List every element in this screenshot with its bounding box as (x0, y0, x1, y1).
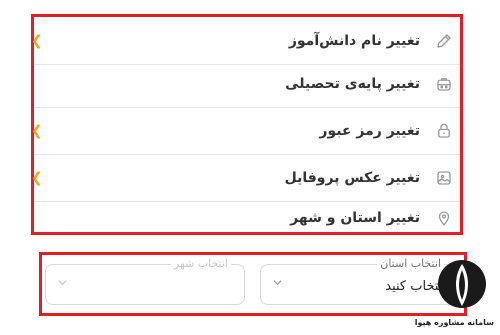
chevron-down-icon (273, 280, 282, 286)
chevron-left-icon: ❮ (31, 169, 43, 186)
menu-item-label: تغییر پایه‌ی تحصیلی (285, 75, 420, 92)
city-select[interactable]: انتخاب شهر (45, 257, 245, 305)
profile-menu-highlight: ❮ تغییر نام دانش‌آموز تغییر پایه‌ی تحصیل… (31, 14, 463, 235)
menu-item-label: تغییر استان و شهر (290, 210, 420, 226)
menu-item-change-grade[interactable]: تغییر پایه‌ی تحصیلی (34, 60, 460, 107)
chevron-left-icon: ❮ (31, 122, 43, 139)
image-icon (432, 166, 456, 190)
menu-item-change-province-city[interactable]: تغییر استان و شهر (34, 201, 460, 235)
school-bag-icon (432, 72, 456, 96)
city-select-label: انتخاب شهر (170, 257, 231, 270)
menu-item-label: تغییر عکس پروفایل (284, 169, 420, 186)
menu-item-label: تغییر رمز عبور (319, 122, 420, 139)
location-pin-icon (432, 206, 456, 230)
menu-item-label: تغییر نام دانش‌آموز (288, 32, 420, 49)
menu-item-change-profile-photo[interactable]: ❮ تغییر عکس پروفایل (31, 154, 460, 201)
chevron-left-icon: ❮ (31, 32, 43, 49)
menu-item-change-password[interactable]: ❮ تغییر رمز عبور (31, 107, 460, 154)
lock-icon (432, 119, 456, 143)
pencil-icon (432, 29, 456, 53)
chevron-down-icon (58, 280, 67, 286)
menu-item-change-student-name[interactable]: ❮ تغییر نام دانش‌آموز (31, 17, 460, 64)
watermark-text: سامانه مشاوره هپوا (414, 318, 494, 327)
location-select-highlight: انتخاب استان انتخاب کنید انتخاب شهر (39, 252, 467, 316)
